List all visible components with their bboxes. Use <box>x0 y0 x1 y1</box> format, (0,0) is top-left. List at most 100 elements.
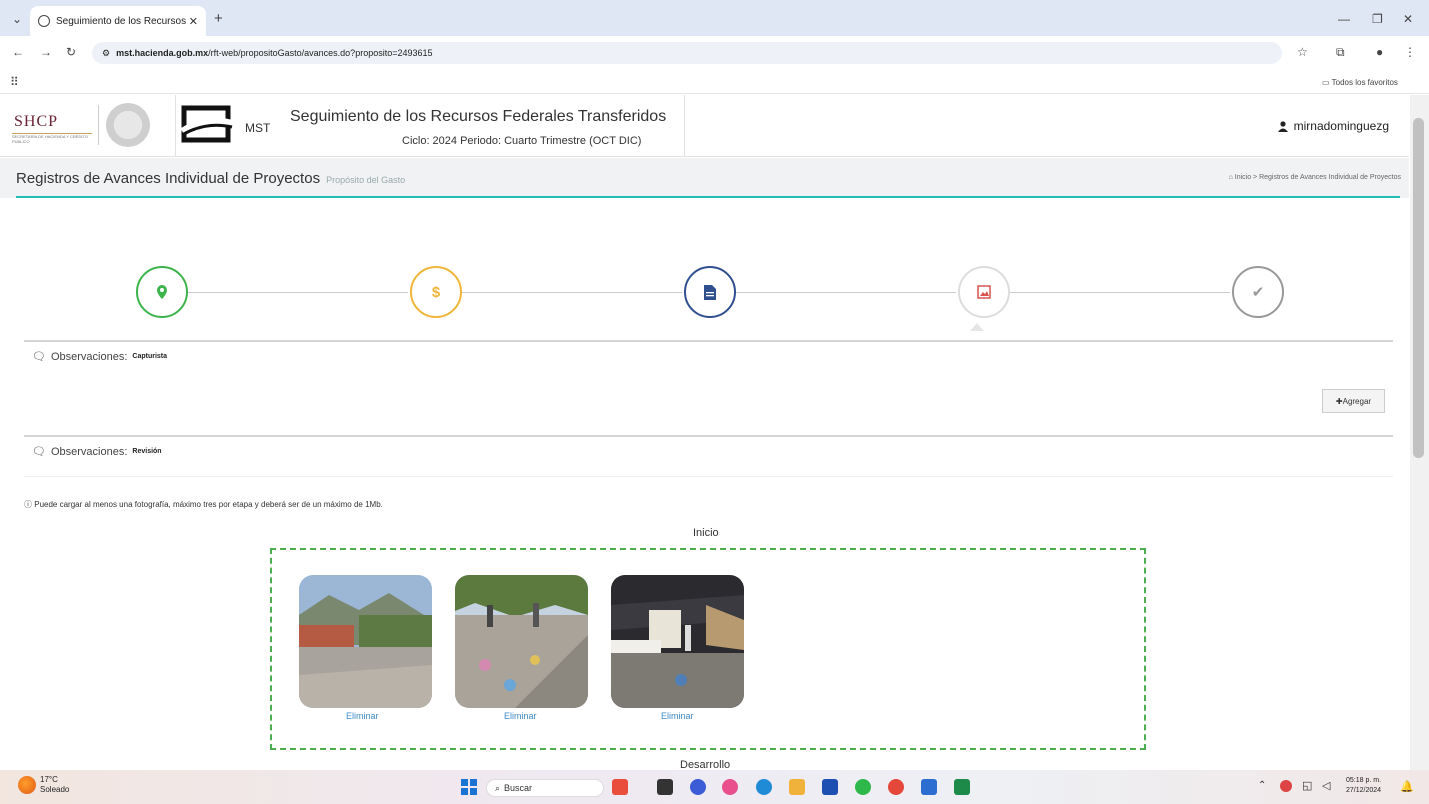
dollar-icon: $ <box>431 283 441 301</box>
photo-image <box>299 575 432 708</box>
delete-photo-link[interactable]: Eliminar <box>504 711 537 721</box>
taskbar-clock[interactable]: 05:18 p. m. 27/12/2024 <box>1346 776 1381 796</box>
observaciones-revision-panel: 🗨 Observaciones: Revisión <box>24 435 1393 477</box>
whatsapp-icon[interactable] <box>855 779 871 795</box>
wizard-step-finance[interactable]: $ <box>410 266 462 318</box>
photo-thumbnail[interactable] <box>611 575 744 708</box>
address-path: /rft-web/propositoGasto/avances.do?propo… <box>208 48 433 58</box>
notification-bell-icon[interactable]: 🔔 <box>1400 780 1414 793</box>
stage-title: Inicio <box>693 527 719 539</box>
wizard-step-photos[interactable] <box>958 266 1010 318</box>
network-icon[interactable]: ◱ <box>1302 779 1312 792</box>
breadcrumb-home[interactable]: Inicio <box>1235 174 1251 181</box>
mst-logo-icon <box>180 105 233 143</box>
back-icon[interactable]: ← <box>12 45 24 59</box>
close-window-icon[interactable]: ✕ <box>1403 12 1413 26</box>
breadcrumb: ⌂ Inicio > Registros de Avances Individu… <box>1228 174 1401 181</box>
observaciones-tag: Capturista <box>132 353 168 360</box>
wizard-connector <box>736 292 956 293</box>
tab-title: Seguimiento de los Recursos F <box>56 15 189 27</box>
page-title: Registros de Avances Individual de Proye… <box>16 170 321 187</box>
taskbar-date: 27/12/2024 <box>1346 787 1382 794</box>
taskbar-time: 05:18 p. m. <box>1346 777 1382 784</box>
active-step-pointer <box>970 323 984 331</box>
add-button[interactable]: ✚ Agregar <box>1322 389 1385 413</box>
wizard-step-location[interactable] <box>136 266 188 318</box>
mst-label: MST <box>245 121 271 135</box>
taskbar-search-input[interactable]: ⌕ Buscar <box>486 779 604 797</box>
observaciones-tag: Revisión <box>132 448 162 455</box>
photo-image <box>455 575 588 708</box>
tab-search-icon[interactable]: ⌄ <box>12 12 22 26</box>
delete-photo-link[interactable]: Eliminar <box>346 711 379 721</box>
site-info-icon[interactable]: ⚙ <box>102 48 110 59</box>
all-bookmarks[interactable]: ▭ Todos los favoritos <box>1322 76 1398 90</box>
breadcrumb-current: Registros de Avances Individual de Proye… <box>1259 174 1401 181</box>
info-icon: ⓘ <box>24 500 32 509</box>
add-button-label: Agregar <box>1342 396 1372 406</box>
upload-note: ⓘ Puede cargar al menos una fotografía, … <box>24 499 383 510</box>
user-icon <box>1277 120 1288 132</box>
user-menu[interactable]: mirnadominguezg <box>1277 119 1389 133</box>
comments-icon: 🗨 <box>32 446 46 458</box>
chat-icon[interactable] <box>690 779 706 795</box>
address-input[interactable]: ⚙ mst.hacienda.gob.mx /rft-web/proposito… <box>92 42 1282 64</box>
widget-icon[interactable] <box>612 779 628 795</box>
scrollbar-thumb[interactable] <box>1413 118 1424 458</box>
edge-icon[interactable] <box>756 779 772 795</box>
close-tab-icon[interactable]: ✕ <box>189 15 198 28</box>
excel-icon[interactable] <box>954 779 970 795</box>
extensions-icon[interactable]: ⧉ <box>1336 45 1345 59</box>
bookmark-star-icon[interactable]: ☆ <box>1297 45 1308 59</box>
app-subtitle: Ciclo: 2024 Periodo: Cuarto Trimestre (O… <box>402 135 642 147</box>
photo-thumbnail[interactable] <box>455 575 588 708</box>
copilot-icon[interactable] <box>722 779 738 795</box>
new-tab-icon[interactable]: + <box>214 11 223 26</box>
apps-icon[interactable]: ⠿ <box>10 75 19 89</box>
weather-widget[interactable]: 17°C Soleado <box>40 775 69 795</box>
store-icon[interactable] <box>822 779 838 795</box>
profile-icon[interactable]: ● <box>1376 45 1383 59</box>
restore-icon[interactable]: ❐ <box>1372 12 1383 26</box>
shcp-logo-subtext: SECRETARÍA DE HACIENDA Y CRÉDITO PÚBLICO <box>12 133 92 144</box>
delete-photo-link[interactable]: Eliminar <box>661 711 694 721</box>
file-explorer-icon[interactable] <box>789 779 805 795</box>
start-menu-icon[interactable] <box>461 779 477 795</box>
taskbar-search-label: Buscar <box>504 783 533 793</box>
header-divider-right <box>684 95 685 157</box>
plus-icon: ✚ <box>1335 396 1343 406</box>
favicon-icon <box>38 15 50 27</box>
weather-desc: Soleado <box>40 785 70 794</box>
forward-icon[interactable]: → <box>40 45 52 59</box>
minimize-icon[interactable]: — <box>1338 12 1350 26</box>
image-icon <box>977 285 991 299</box>
photo-thumbnail[interactable] <box>299 575 432 708</box>
chrome-icon[interactable] <box>888 779 904 795</box>
observaciones-label: Observaciones: <box>50 445 128 458</box>
weather-temp: 17°C <box>40 775 58 784</box>
word-icon[interactable] <box>921 779 937 795</box>
wizard-step-finish[interactable]: ✔ <box>1232 266 1284 318</box>
wizard-connector <box>462 292 682 293</box>
page-subtitle: Propósito del Gasto <box>326 175 406 185</box>
app-title: Seguimiento de los Recursos Federales Tr… <box>290 108 667 125</box>
reload-icon[interactable]: ↻ <box>66 45 76 59</box>
page-header: Registros de Avances Individual de Proye… <box>0 158 1409 198</box>
tray-app-icon[interactable] <box>1280 780 1292 792</box>
tray-chevron-icon[interactable]: ⌃ <box>1258 780 1266 791</box>
app-header: SHCP SECRETARÍA DE HACIENDA Y CRÉDITO PÚ… <box>0 95 1409 157</box>
wizard-connector <box>188 292 408 293</box>
volume-icon[interactable]: ◁ <box>1322 779 1330 792</box>
menu-icon[interactable]: ⋮ <box>1404 45 1416 59</box>
logo-divider <box>98 105 99 145</box>
weather-sun-icon[interactable] <box>18 776 36 794</box>
comments-icon: 🗨 <box>32 351 46 363</box>
wizard-step-documents[interactable] <box>684 266 736 318</box>
map-marker-icon <box>157 285 167 299</box>
observaciones-capturista-panel: 🗨 Observaciones: Capturista <box>24 340 1393 378</box>
wizard-connector <box>1010 292 1230 293</box>
task-view-icon[interactable] <box>657 779 673 795</box>
check-icon: ✔ <box>1251 284 1265 301</box>
address-bar-row: ← → ↻ ⚙ mst.hacienda.gob.mx /rft-web/pro… <box>0 36 1429 70</box>
browser-tab[interactable]: Seguimiento de los Recursos F ✕ <box>30 6 206 36</box>
